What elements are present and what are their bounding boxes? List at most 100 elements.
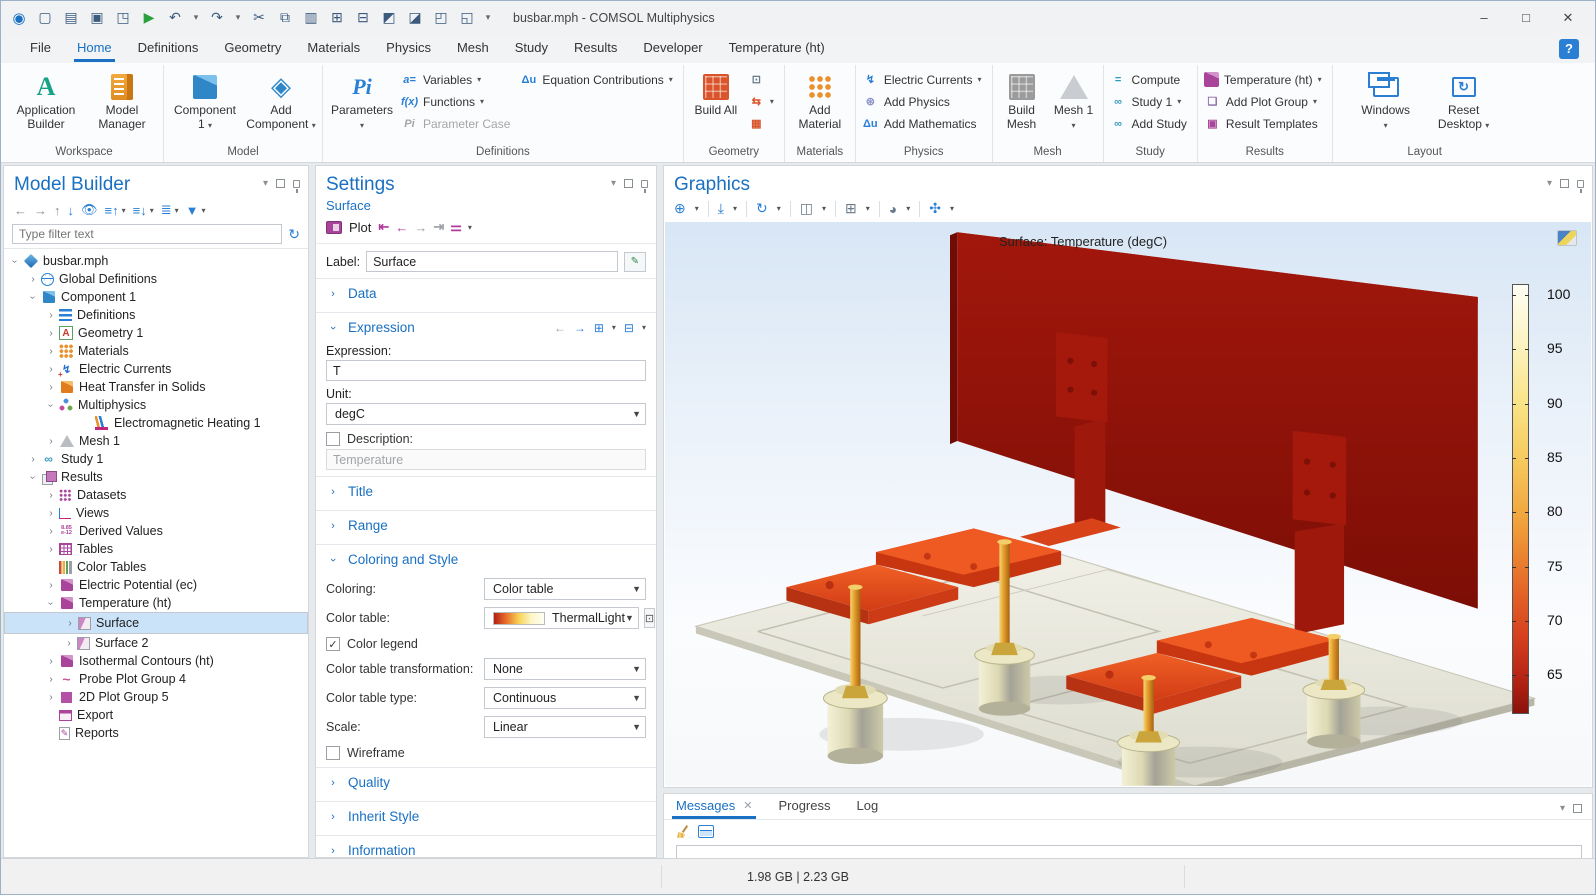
clear-selection-icon[interactable]: ◪ <box>403 6 427 30</box>
build-all-button[interactable]: Build All <box>688 68 744 120</box>
tree-item[interactable]: Tables <box>4 540 308 558</box>
panel-pin-icon[interactable] <box>641 180 648 188</box>
save-icon[interactable]: ▣ <box>85 6 109 30</box>
tab-geometry[interactable]: Geometry <box>211 35 294 62</box>
tree-item[interactable]: Reports <box>4 724 308 742</box>
tree-item[interactable]: 8.85 e-12Derived Values <box>4 522 308 540</box>
duplicate-icon[interactable]: ⊞ <box>325 6 349 30</box>
insert-sequence-button[interactable]: ⊡ <box>746 70 780 89</box>
expand-all-icon[interactable]: ≡↓ <box>133 203 147 218</box>
toolbar-more-icon[interactable]: ▾ <box>481 6 495 30</box>
graphics-viewport[interactable]: Surface: Temperature (degC) 100 <box>665 222 1591 786</box>
redo-icon[interactable]: ↷ <box>205 6 229 30</box>
plot-in-dropdown-icon[interactable]: ▾ <box>468 223 472 232</box>
tree-item[interactable]: Multiphysics <box>4 396 308 414</box>
tab-developer[interactable]: Developer <box>630 35 715 62</box>
section-coloring-style[interactable]: Coloring and Style <box>316 544 656 574</box>
transparency-icon[interactable]: ◫ <box>800 200 813 217</box>
run-icon[interactable]: ▶ <box>137 6 161 30</box>
tree-item[interactable]: Probe Plot Group 4 <box>4 670 308 688</box>
replace-expression-dropdown-icon[interactable]: ▾ <box>642 323 646 332</box>
open-file-icon[interactable]: ▤ <box>59 6 83 30</box>
plot-next-icon[interactable]: → <box>414 220 426 235</box>
model-tree-node-text-icon[interactable]: ≣ <box>161 202 172 218</box>
expression-field[interactable]: T <box>326 360 646 381</box>
move-down-icon[interactable]: ↓ <box>68 203 75 218</box>
tree-item[interactable]: Results <box>4 468 308 486</box>
node-comment-button[interactable]: ✎ <box>624 252 646 272</box>
equation-contributions-button[interactable]: Δu Equation Contributions ▾ <box>518 70 678 89</box>
tree-item[interactable]: Heat Transfer in Solids <box>4 378 308 396</box>
color-legend-checkbox[interactable]: ✓ <box>326 637 340 651</box>
tree-item[interactable]: Mesh 1 <box>4 432 308 450</box>
tab-messages[interactable]: Messages✕ <box>676 798 752 819</box>
tab-log[interactable]: Log <box>857 798 879 819</box>
color-table-transformation-select[interactable]: None▼ <box>484 658 646 680</box>
nav-forward-icon[interactable]: → <box>34 203 47 218</box>
panel-menu-icon[interactable]: ▾ <box>1547 178 1552 189</box>
windows-button[interactable]: Windows▾ <box>1355 68 1417 134</box>
mesh-1-button[interactable]: Mesh 1 ▾ <box>1049 68 1099 134</box>
tab-physics[interactable]: Physics <box>373 35 444 62</box>
rotate-view-icon[interactable]: ↻ <box>756 200 768 217</box>
save-as-icon[interactable]: ◳ <box>111 6 135 30</box>
tree-item[interactable]: Views <box>4 504 308 522</box>
add-material-button[interactable]: Add Material <box>789 68 851 134</box>
tree-item[interactable]: Study 1 <box>4 450 308 468</box>
tab-mesh[interactable]: Mesh <box>444 35 502 62</box>
zoom-icon[interactable]: ⊕ <box>674 200 686 217</box>
result-templates-button[interactable]: ▣ Result Templates <box>1202 114 1328 133</box>
add-study-button[interactable]: ∞ Add Study <box>1108 114 1193 133</box>
scale-select[interactable]: Linear▼ <box>484 716 646 738</box>
tree-filter-input[interactable] <box>12 224 282 244</box>
model-manager-button[interactable]: Model Manager <box>85 68 159 134</box>
build-mesh-button[interactable]: Build Mesh <box>997 68 1047 134</box>
close-tab-icon[interactable]: ✕ <box>743 799 752 812</box>
select-box-icon[interactable]: ◩ <box>377 6 401 30</box>
component-1-button[interactable]: Component 1 ▾ <box>168 68 242 134</box>
preview-icon[interactable]: ◰ <box>429 6 453 30</box>
tree-item-surface-selected[interactable]: Surface <box>4 612 308 634</box>
show-icon[interactable]: 👁 <box>81 202 98 218</box>
plot-button[interactable]: Plot <box>349 220 371 235</box>
plot-first-icon[interactable]: ⇤ <box>378 219 388 235</box>
panel-float-icon[interactable] <box>276 179 285 188</box>
tree-item[interactable]: Datasets <box>4 486 308 504</box>
view-orientation-icon[interactable]: ⤓ <box>718 200 724 217</box>
color-table-type-select[interactable]: Continuous▼ <box>484 687 646 709</box>
panel-menu-icon[interactable]: ▾ <box>263 178 268 189</box>
redo-dropdown-icon[interactable]: ▾ <box>231 6 245 30</box>
panel-menu-icon[interactable]: ▾ <box>611 178 616 189</box>
new-file-icon[interactable]: ▢ <box>33 6 57 30</box>
tree-item[interactable]: Electric Potential (ec) <box>4 576 308 594</box>
plot-previous-icon[interactable]: ← <box>395 220 407 235</box>
plot-in-icon[interactable]: ⚌ <box>450 219 461 235</box>
tab-study[interactable]: Study <box>502 35 561 62</box>
search-icon[interactable]: ◱ <box>455 6 479 30</box>
tree-item[interactable]: Color Tables <box>4 558 308 576</box>
minimize-button[interactable]: – <box>1463 4 1505 32</box>
application-builder-button[interactable]: A Application Builder <box>9 68 83 134</box>
tree-item[interactable]: 2D Plot Group 5 <box>4 688 308 706</box>
section-inherit-style[interactable]: Inherit Style <box>316 801 656 831</box>
grid-icon[interactable]: ⊞ <box>845 200 857 217</box>
tab-file[interactable]: File <box>17 35 64 62</box>
tree-item[interactable]: Isothermal Contours (ht) <box>4 652 308 670</box>
add-physics-button[interactable]: ⊛ Add Physics <box>860 92 988 111</box>
tree-item[interactable]: Surface 2 <box>4 634 308 652</box>
panel-float-icon[interactable] <box>624 179 633 188</box>
tree-item[interactable]: Geometry 1 <box>4 324 308 342</box>
tree-item[interactable]: Materials <box>4 342 308 360</box>
add-component-button[interactable]: ◈ Add Component ▾ <box>244 68 318 134</box>
wireframe-checkbox[interactable] <box>326 746 340 760</box>
tab-results[interactable]: Results <box>561 35 630 62</box>
paste-icon[interactable]: ▥ <box>299 6 323 30</box>
temperature-plot-button[interactable]: Temperature (ht) ▾ <box>1202 70 1328 89</box>
study-1-button[interactable]: ∞ Study 1 ▾ <box>1108 92 1193 111</box>
tab-home[interactable]: Home <box>64 35 125 62</box>
panel-float-icon[interactable] <box>1573 804 1582 813</box>
section-range[interactable]: Range <box>316 510 656 540</box>
scene-color-icon[interactable]: ◕ <box>889 201 897 217</box>
undo-dropdown-icon[interactable]: ▾ <box>189 6 203 30</box>
panel-pin-icon[interactable] <box>293 180 300 188</box>
